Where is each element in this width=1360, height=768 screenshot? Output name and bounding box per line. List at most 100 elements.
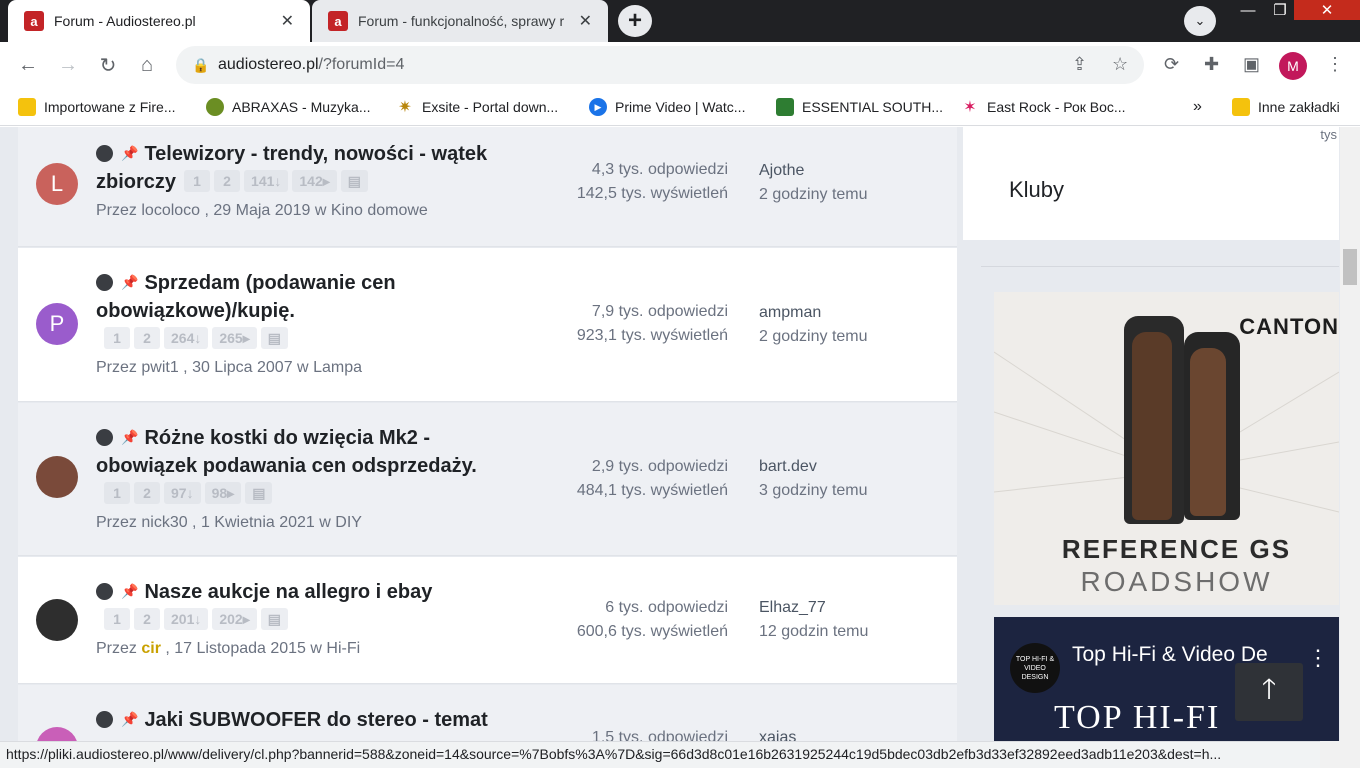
- last-time-link[interactable]: 2 godziny temu: [759, 183, 939, 207]
- back-arrow-icon[interactable]: ←: [16, 53, 40, 77]
- clubs-title[interactable]: Kluby: [1009, 177, 1064, 203]
- table-row[interactable]: 📌 Różne kostki do wzięcia Mk2 - obowiązek…: [18, 403, 957, 556]
- table-row[interactable]: L 📌 Telewizory - trendy, nowości - wątek …: [18, 127, 957, 247]
- page-link[interactable]: 1: [104, 327, 130, 349]
- last-time-link[interactable]: 2 godziny temu: [759, 325, 939, 349]
- author-link[interactable]: nick30: [141, 514, 187, 531]
- page-link[interactable]: 265▸: [212, 327, 257, 349]
- page-link[interactable]: 98▸: [204, 482, 242, 504]
- topic-title[interactable]: 📌 Telewizory - trendy, nowości - wątek zb…: [96, 139, 536, 196]
- page-link[interactable]: 201↓: [164, 608, 209, 630]
- address-url[interactable]: audiostereo.pl/?forumId=4: [218, 56, 404, 74]
- topic-title[interactable]: 📌 Różne kostki do wzięcia Mk2 - obowiązek…: [96, 423, 536, 508]
- bookmark-abraxas[interactable]: ABRAXAS - Muzyka...: [206, 96, 370, 118]
- restore-button[interactable]: ❐: [1266, 0, 1294, 20]
- author-link[interactable]: cir: [141, 640, 161, 657]
- last-user-link[interactable]: xajas: [759, 726, 939, 741]
- extensions-puzzle-icon[interactable]: ✚: [1204, 54, 1219, 75]
- bookmark-prime-video[interactable]: ▶ Prime Video | Watc...: [589, 96, 745, 118]
- video-menu-icon[interactable]: ⋮: [1307, 645, 1329, 671]
- channel-logo[interactable]: TOP HI-FI & VIDEO DESIGN: [1010, 643, 1060, 693]
- author-link[interactable]: locoloco: [141, 202, 200, 219]
- last-user-link[interactable]: Ajothe: [759, 159, 939, 183]
- page-link[interactable]: 264↓: [164, 327, 209, 349]
- page-link[interactable]: 2: [134, 608, 160, 630]
- avatar[interactable]: [36, 456, 78, 498]
- table-row[interactable]: P 📌 Sprzedam (podawanie cen obowiązkowe)/…: [18, 248, 957, 402]
- canton-ad-banner[interactable]: CANTON REFERENCE GS ROADSHOW: [994, 292, 1339, 605]
- forum-link[interactable]: DIY: [335, 514, 362, 531]
- topic-title[interactable]: 📌 Sprzedam (podawanie cen obowiązkowe)/ku…: [96, 268, 536, 353]
- bookmark-exsite[interactable]: ✷ Exsite - Portal down...: [396, 96, 558, 118]
- forum-link[interactable]: Kino domowe: [331, 202, 428, 219]
- last-post: ampman 2 godziny temu: [759, 301, 939, 349]
- page-scrollbar[interactable]: [1340, 127, 1360, 741]
- last-time-link[interactable]: 3 godziny temu: [759, 479, 939, 503]
- avatar[interactable]: L: [36, 163, 78, 205]
- home-icon[interactable]: ⌂: [135, 53, 159, 77]
- forum-link[interactable]: Lampa: [313, 359, 362, 376]
- page-link[interactable]: 142▸: [292, 170, 337, 192]
- topic-title[interactable]: 📌 Jaki SUBWOOFER do stereo - temat: [96, 705, 536, 734]
- close-icon[interactable]: ✕: [579, 11, 592, 31]
- minimize-button[interactable]: —: [1230, 0, 1266, 20]
- scroll-to-top-button[interactable]: 🡑: [1235, 663, 1303, 721]
- pagination: 1 2 201↓ 202▸ ▤: [104, 608, 288, 630]
- tab-search-button[interactable]: ⌄: [1184, 6, 1216, 36]
- unread-dot-icon: [96, 145, 113, 162]
- page-link[interactable]: 202▸: [212, 608, 257, 630]
- close-window-button[interactable]: ✕: [1294, 0, 1360, 20]
- forward-arrow-icon[interactable]: →: [56, 53, 80, 77]
- page-link[interactable]: 1: [104, 608, 130, 630]
- page-list-icon[interactable]: ▤: [340, 170, 369, 192]
- bookmark-eastrock[interactable]: ✶ East Rock - Рок Вос...: [961, 96, 1125, 118]
- avatar[interactable]: P: [36, 303, 78, 345]
- address-bar[interactable]: 🔒 audiostereo.pl/?forumId=4 ⇪ ☆: [176, 46, 1144, 84]
- eastrock-icon: ✶: [963, 99, 977, 116]
- avatar[interactable]: [36, 599, 78, 641]
- folder-icon: [18, 98, 36, 116]
- page-list-icon[interactable]: ▤: [260, 327, 288, 349]
- side-panel-icon[interactable]: ▣: [1243, 54, 1260, 75]
- menu-kebab-icon[interactable]: ⋮: [1326, 54, 1344, 75]
- table-row[interactable]: 📌 Jaki SUBWOOFER do stereo - temat 1,5 ty…: [18, 685, 957, 741]
- forum-link[interactable]: Hi-Fi: [326, 640, 360, 657]
- extension-sync-icon[interactable]: ⟳: [1164, 54, 1179, 75]
- topic-stats: 4,3 tys. odpowiedzi 142,5 tys. wyświetleń: [576, 161, 728, 202]
- page-link[interactable]: 141↓: [244, 170, 289, 192]
- close-icon[interactable]: ✕: [281, 11, 294, 31]
- last-time-link[interactable]: 12 godzin temu: [759, 620, 939, 644]
- scrollbar-thumb[interactable]: [1343, 249, 1357, 285]
- author-link[interactable]: pwit1: [141, 359, 178, 376]
- page-link[interactable]: 2: [134, 327, 160, 349]
- profile-avatar[interactable]: M: [1279, 52, 1307, 80]
- pin-icon: 📌: [121, 711, 139, 727]
- page-link[interactable]: 1: [184, 170, 211, 192]
- last-user-link[interactable]: bart.dev: [759, 455, 939, 479]
- last-user-link[interactable]: ampman: [759, 301, 939, 325]
- topic-title[interactable]: 📌 Nasze aukcje na allegro i ebay 1 2 201↓ 202…: [96, 577, 536, 634]
- reload-icon[interactable]: ↻: [96, 53, 120, 77]
- bookmark-star-icon[interactable]: ☆: [1112, 54, 1128, 75]
- browser-toolbar: ← → ↻ ⌂ 🔒 audiostereo.pl/?forumId=4 ⇪ ☆ …: [0, 42, 1360, 88]
- tab-forum-funkcjonalnosc[interactable]: a Forum - funkcjonalność, sprawy r ✕: [312, 0, 608, 42]
- last-user-link[interactable]: Elhaz_77: [759, 596, 939, 620]
- page-list-icon[interactable]: ▤: [260, 608, 288, 630]
- bookmark-other-folder[interactable]: Inne zakładki: [1232, 96, 1340, 118]
- bookmarks-more-button[interactable]: »: [1193, 96, 1202, 118]
- new-tab-button[interactable]: +: [618, 5, 652, 37]
- page-link[interactable]: 97↓: [164, 482, 201, 504]
- avatar[interactable]: [36, 727, 78, 741]
- tab-forum-audiostereo[interactable]: a Forum - Audiostereo.pl ✕: [8, 0, 310, 42]
- topic-stats: 7,9 tys. odpowiedzi 923,1 tys. wyświetleń: [576, 303, 728, 344]
- page-list-icon[interactable]: ▤: [245, 482, 273, 504]
- horizontal-scrollbar[interactable]: [1320, 741, 1360, 768]
- lock-icon[interactable]: 🔒: [192, 57, 210, 74]
- share-icon[interactable]: ⇪: [1072, 54, 1087, 75]
- table-row[interactable]: 📌 Nasze aukcje na allegro i ebay 1 2 201↓ 202…: [18, 557, 957, 684]
- page-link[interactable]: 2: [134, 482, 160, 504]
- page-link[interactable]: 1: [104, 482, 130, 504]
- page-link[interactable]: 2: [214, 170, 241, 192]
- bookmark-essential[interactable]: ESSENTIAL SOUTH...: [776, 96, 943, 118]
- bookmark-importowane[interactable]: Importowane z Fire...: [18, 96, 176, 118]
